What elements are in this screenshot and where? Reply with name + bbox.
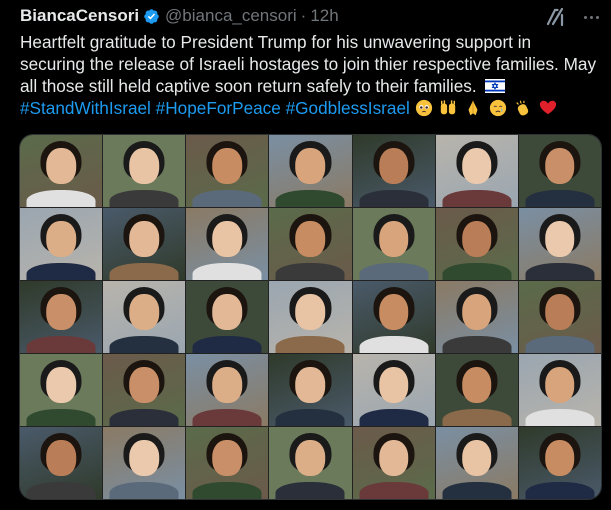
tweet-text: Heartfelt gratitude to President Trump f… [20, 31, 600, 119]
hostage-photo [518, 354, 601, 426]
hostage-photo [186, 427, 269, 499]
pleading-face-emoji [415, 99, 432, 117]
hostage-photo [352, 281, 435, 353]
more-icon[interactable] [580, 6, 602, 28]
hostage-photo [20, 354, 103, 426]
hostage-photo [352, 427, 435, 499]
hostage-photo [20, 208, 103, 280]
tweet-line-3-text: all those still held captive soon return… [20, 76, 477, 96]
hostage-photo [352, 354, 435, 426]
hostage-photo [352, 208, 435, 280]
hostage-photo [435, 354, 518, 426]
verified-badge-icon [144, 8, 159, 24]
hostage-photo [435, 281, 518, 353]
hostage-photo [518, 281, 601, 353]
separator-dot: · [300, 6, 307, 25]
hostage-photo [435, 427, 518, 499]
hostage-photo [518, 208, 601, 280]
hashtag-hopeforpeace[interactable]: #HopeForPeace [156, 98, 281, 118]
tweet-line-4: #StandWithIsrael #HopeForPeace #Godbless… [20, 97, 600, 119]
folded-hands-emoji [468, 100, 478, 116]
hostage-photo [186, 208, 269, 280]
photo-grid [20, 135, 601, 499]
tweet-line-2: securing the release of Israeli hostages… [20, 54, 597, 74]
tweet-header: BiancaCensori @bianca_censori · 12h [20, 4, 339, 28]
red-heart-emoji [539, 100, 556, 115]
hostage-photo [269, 135, 352, 207]
hostage-photo [20, 281, 103, 353]
hostage-photo [435, 208, 518, 280]
media-attachment[interactable] [19, 134, 602, 500]
hostage-photo [103, 208, 186, 280]
hostage-photo [186, 135, 269, 207]
hostage-photo [103, 354, 186, 426]
clapping-hands-emoji [516, 100, 528, 116]
hostage-photo [269, 208, 352, 280]
grok-icon[interactable] [544, 5, 568, 29]
hostage-photo [269, 281, 352, 353]
hostage-photo [269, 354, 352, 426]
tweet-line-3: all those still held captive soon return… [20, 75, 600, 97]
author-handle[interactable]: @bianca_censori [165, 6, 297, 26]
hostage-photo [20, 427, 103, 499]
hostage-photo [186, 281, 269, 353]
hostage-photo [518, 135, 601, 207]
hostage-photo [518, 427, 601, 499]
israel-flag-emoji [485, 79, 506, 93]
author-name[interactable]: BiancaCensori [20, 6, 139, 26]
hostage-photo [186, 354, 269, 426]
tweet-line-1: Heartfelt gratitude to President Trump f… [20, 32, 532, 52]
hashtag-godblessisrael[interactable]: #GodblessIsrael [286, 98, 410, 118]
timestamp[interactable]: 12h [310, 6, 338, 26]
hostage-photo [103, 427, 186, 499]
hostage-photo [269, 427, 352, 499]
hostage-photo [103, 135, 186, 207]
hostage-photo [20, 135, 103, 207]
hostage-photo [352, 135, 435, 207]
raising-hands-emoji [441, 100, 456, 115]
hostage-photo [435, 135, 518, 207]
hostage-photo [103, 281, 186, 353]
hashtag-standwithisrael[interactable]: #StandWithIsrael [20, 98, 151, 118]
crying-face-emoji [489, 99, 507, 117]
